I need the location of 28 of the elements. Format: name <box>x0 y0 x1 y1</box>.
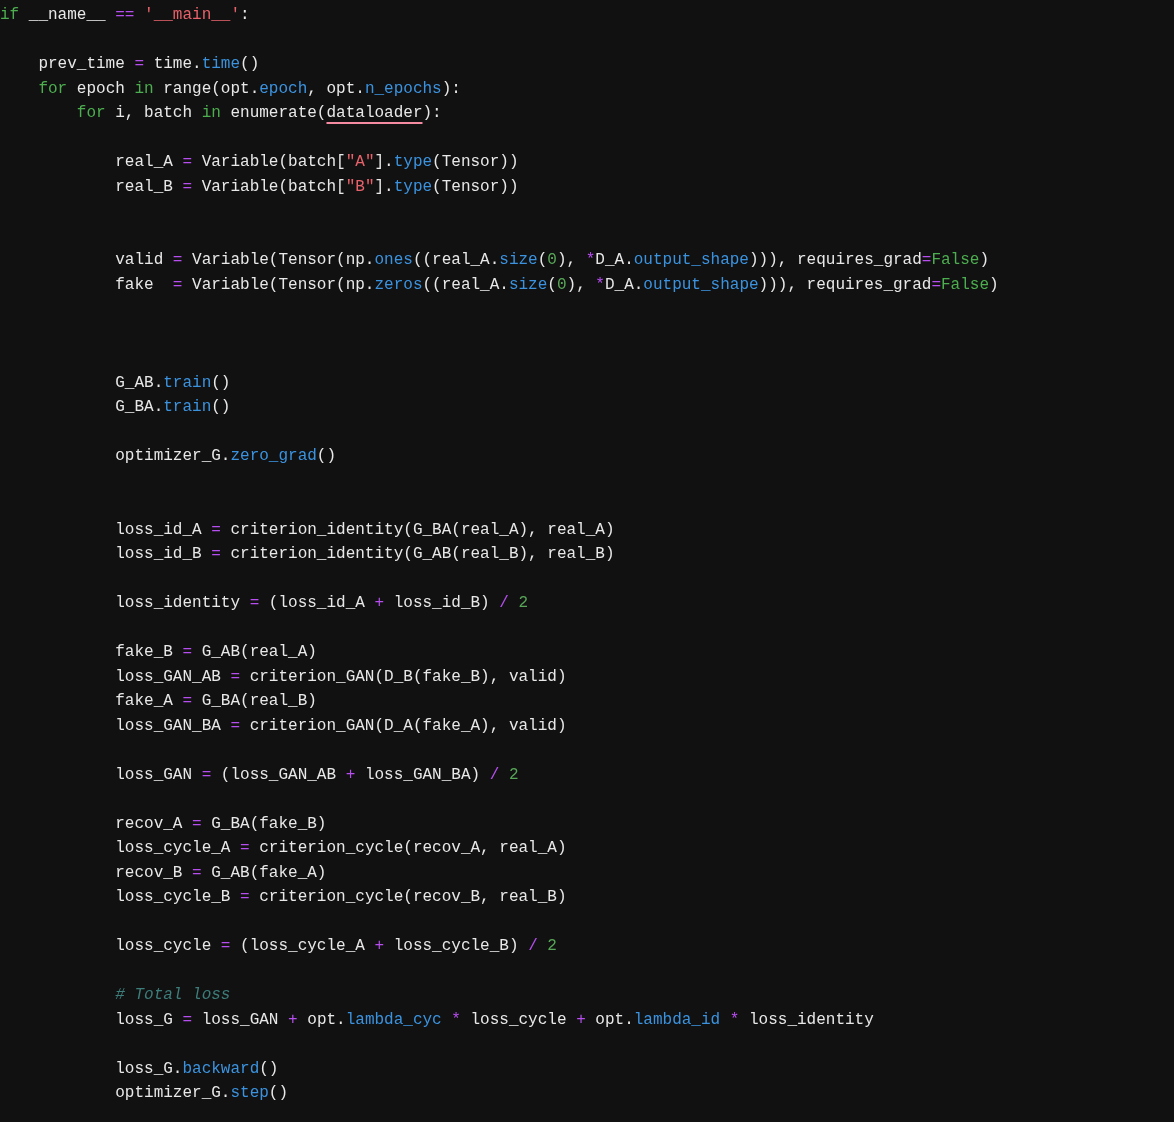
code-line: loss_id_B = criterion_identity(G_AB(real_B), real_B) <box>114 545 615 563</box>
code-line: loss_identity = (loss_id_A + loss_id_B) / 2 <box>114 594 529 612</box>
code-line: loss_id_A = criterion_identity(G_BA(real_A), real_A) <box>114 520 615 539</box>
code-line: optimizer_G.zero_grad() <box>114 447 337 465</box>
code-line: G_AB.train() <box>114 373 231 392</box>
code-line: loss_cycle_B = criterion_cycle(recov_B, real_B) <box>114 888 567 906</box>
code-line: real_B = Variable(batch["B"].type(Tensor)) <box>114 177 519 196</box>
code-line: for i, batch in enumerate(dataloader): <box>75 104 442 122</box>
code-line: loss_GAN_AB = criterion_GAN(D_B(fake_B), valid) <box>114 667 567 686</box>
code-line: recov_B = G_AB(fake_A) <box>114 863 327 882</box>
code-line: real_A = Variable(batch["A"].type(Tensor)) <box>114 153 519 171</box>
code-line: for epoch in range(opt.epoch, opt.n_epochs): <box>37 79 461 98</box>
code-line: loss_GAN = (loss_GAN_AB + loss_GAN_BA) / 2 <box>114 765 519 784</box>
code-line: if __name__ == '__main__': <box>0 6 250 24</box>
code-line: valid = Variable(Tensor(np.ones((real_A.size(0), *D_A.output_shape))), requires_grad=False) <box>114 251 990 269</box>
code-line: loss_cycle_A = criterion_cycle(recov_A, real_A) <box>114 839 567 857</box>
code-line: fake_B = G_AB(real_A) <box>114 643 317 661</box>
code-line: loss_G = loss_GAN + opt.lambda_cyc * loss_cycle + opt.lambda_id * loss_identity <box>114 1010 874 1029</box>
code-line: loss_cycle = (loss_cycle_A + loss_cycle_B) / 2 <box>114 937 557 955</box>
code-line: G_BA.train() <box>114 398 231 416</box>
code-line: loss_GAN_BA = criterion_GAN(D_A(fake_A), valid) <box>114 716 567 735</box>
code-line: recov_A = G_BA(fake_B) <box>114 814 327 833</box>
code-line: fake_A = G_BA(real_B) <box>114 692 317 710</box>
code-line: loss_G.backward() <box>114 1059 279 1078</box>
code-line: fake = Variable(Tensor(np.zeros((real_A.size(0), *D_A.output_shape))), requires_grad=False) <box>114 275 999 294</box>
code-line: # Total loss <box>114 986 231 1004</box>
code-line: prev_time = time.time() <box>37 55 260 73</box>
code-line: optimizer_G.step() <box>114 1084 289 1102</box>
